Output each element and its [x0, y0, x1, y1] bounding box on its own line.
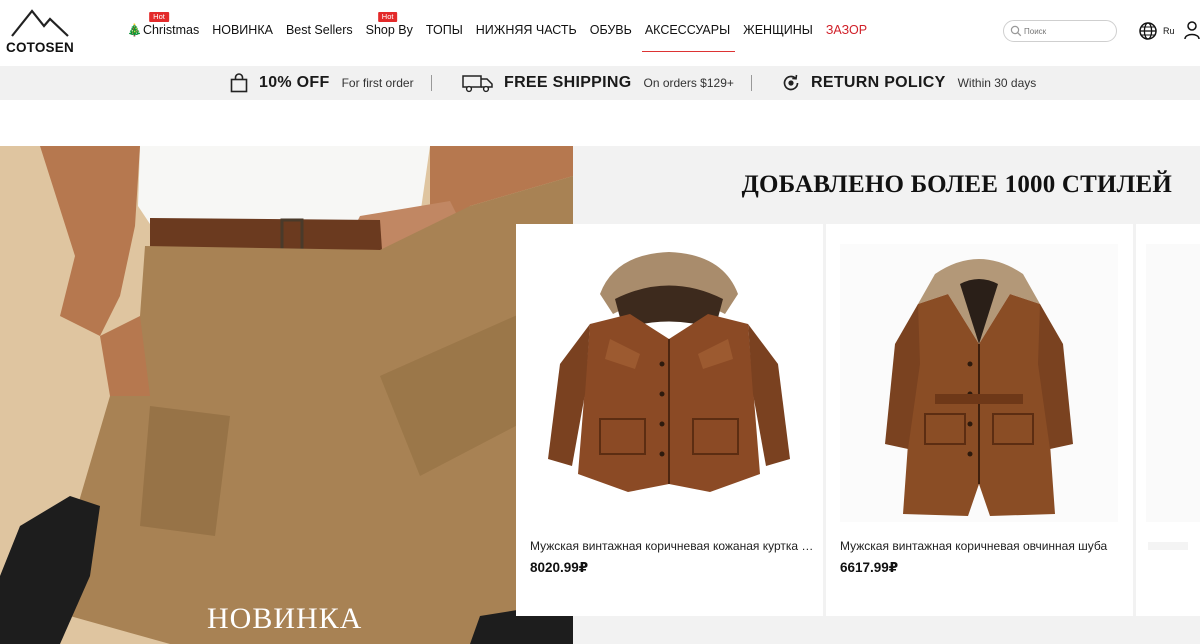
truck-icon: [462, 75, 493, 93]
nav-item-accessories[interactable]: АКСЕССУАРЫ: [641, 0, 736, 66]
promo-divider: [751, 75, 752, 91]
nav-item-bottoms[interactable]: НИЖНЯЯ ЧАСТЬ: [476, 0, 577, 66]
product-card[interactable]: Мужская винтажная коричневая кожаная кур…: [516, 224, 823, 616]
promo-subtitle: Within 30 days: [957, 76, 1037, 90]
product-name[interactable]: Мужская винтажная коричневая кожаная кур…: [530, 539, 815, 553]
nav-item-new[interactable]: НОВИНКА: [212, 0, 273, 66]
product-name-placeholder: [1148, 542, 1188, 550]
mountain-logo-icon: [11, 9, 69, 37]
nav-item-women[interactable]: ЖЕНЩИНЫ: [743, 0, 813, 66]
product-image[interactable]: [530, 244, 808, 522]
nav-item-label: ЗАЗОР: [825, 23, 868, 37]
nav-item-label: НИЖНЯЯ ЧАСТЬ: [475, 23, 577, 37]
nav-item-clearance[interactable]: ЗАЗОР: [826, 0, 867, 66]
product-price: 6617.99₽: [840, 560, 899, 575]
banner-title: НОВИНКА: [207, 602, 363, 635]
globe-icon: [1139, 22, 1157, 40]
account-button[interactable]: [1184, 20, 1200, 40]
nav-item-label: ОБУВЬ: [589, 23, 632, 37]
nav-item-label: ТОПЫ: [425, 23, 463, 37]
hot-badge: Hot: [377, 12, 398, 22]
nav-item-label: Christmas: [142, 23, 200, 37]
language-selector[interactable]: Ru: [1138, 21, 1178, 41]
main-nav: Hot 🎄Christmas НОВИНКА Best Sellers Hot …: [127, 0, 880, 66]
leather-jacket-image: [548, 252, 790, 492]
product-name[interactable]: Мужская винтажная коричневая овчинная шу…: [840, 539, 1125, 553]
nav-item-shoes[interactable]: ОБУВЬ: [590, 0, 632, 66]
promo-free-shipping[interactable]: FREE SHIPPING On orders $129+: [462, 66, 734, 100]
promo-divider: [431, 75, 432, 91]
product-image[interactable]: [1146, 244, 1200, 522]
product-price: 8020.99₽: [530, 560, 589, 575]
sheepskin-coat-image: [885, 259, 1073, 516]
new-styles-panel: ДОБАВЛЕНО БОЛЕЕ 1000 СТИЛЕЙ Мужская винт…: [516, 146, 1200, 644]
nav-item-label: АКСЕССУАРЫ: [644, 23, 731, 37]
hero-section: НОВИНКА ДОБАВЛЕНО БОЛЕЕ 1000 СТИЛЕЙ Мужс…: [0, 146, 1200, 644]
promo-bar: 10% OFF For first order FREE SHIPPING On…: [0, 66, 1200, 100]
nav-item-tops[interactable]: ТОПЫ: [426, 0, 463, 66]
promo-title: FREE SHIPPING: [504, 74, 632, 91]
nav-item-label: ЖЕНЩИНЫ: [743, 23, 813, 37]
return-icon: [783, 74, 799, 91]
section-heading: ДОБАВЛЕНО БОЛЕЕ 1000 СТИЛЕЙ: [741, 171, 1172, 198]
brand-name: COTOSEN: [6, 40, 74, 55]
bag-icon: [230, 73, 248, 93]
language-code: Ru: [1163, 26, 1175, 36]
search-icon: [1010, 25, 1022, 37]
nav-item-christmas[interactable]: Hot 🎄Christmas: [127, 0, 199, 66]
model-cargo-pants-image: [0, 146, 573, 644]
product-card[interactable]: Мужская винтажная коричневая овчинная шу…: [826, 224, 1133, 616]
site-header: COTOSEN Hot 🎄Christmas НОВИНКА Best Sell…: [0, 0, 1200, 66]
nav-item-label: НОВИНКА: [212, 23, 273, 37]
nav-item-shop-by[interactable]: Hot Shop By: [366, 0, 413, 66]
promo-first-order[interactable]: 10% OFF For first order: [229, 66, 414, 100]
promo-subtitle: For first order: [341, 76, 414, 90]
product-card-partial[interactable]: [1136, 224, 1200, 616]
nav-item-best-sellers[interactable]: Best Sellers: [286, 0, 353, 66]
tree-icon: 🎄: [127, 23, 142, 37]
search-input[interactable]: [1024, 24, 1112, 38]
promo-title: 10% OFF: [259, 74, 330, 91]
brand-logo[interactable]: COTOSEN: [6, 8, 78, 56]
hot-badge: Hot: [149, 12, 169, 22]
product-image[interactable]: [840, 244, 1118, 522]
nav-item-label: Best Sellers: [285, 23, 353, 37]
new-arrivals-banner[interactable]: НОВИНКА: [0, 146, 573, 644]
promo-title: RETURN POLICY: [811, 74, 946, 91]
promo-subtitle: On orders $129+: [643, 76, 734, 90]
promo-return-policy[interactable]: RETURN POLICY Within 30 days: [781, 66, 1036, 100]
search-box[interactable]: [1003, 20, 1117, 42]
nav-item-label: Shop By: [365, 23, 413, 37]
user-icon: [1184, 21, 1200, 40]
